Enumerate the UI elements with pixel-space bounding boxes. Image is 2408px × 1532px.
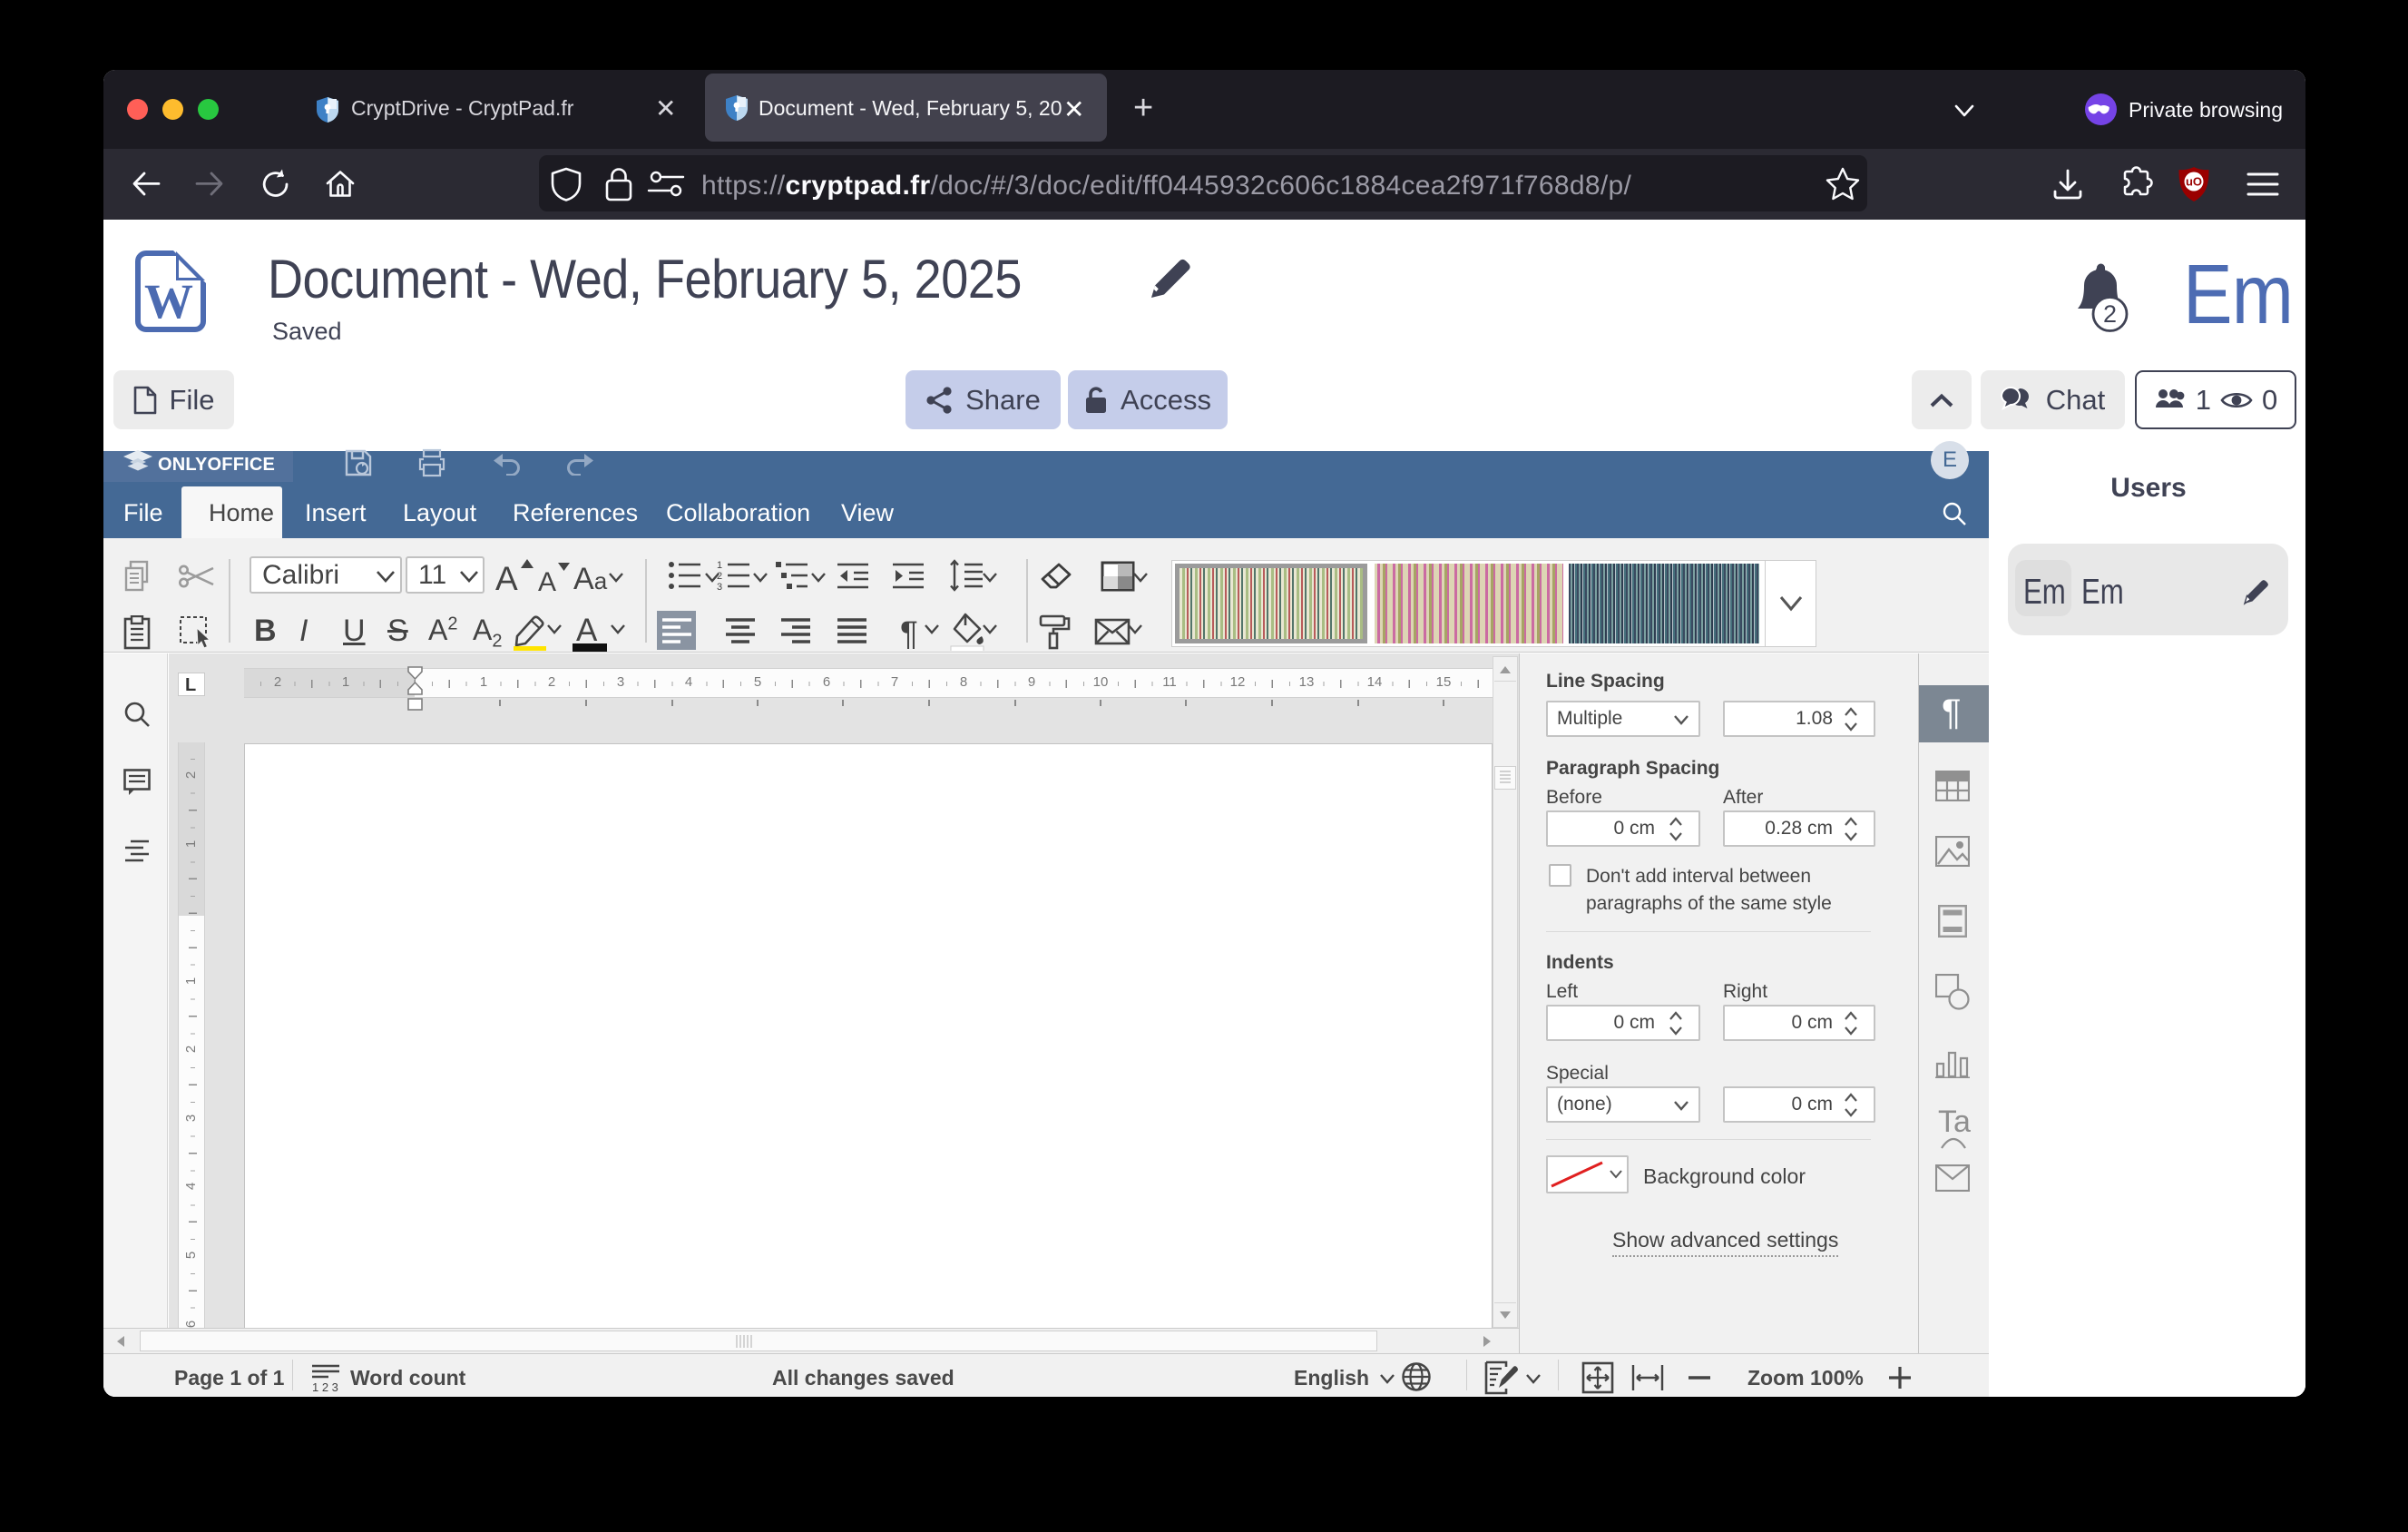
svg-text:3: 3	[717, 582, 722, 592]
svg-text:2: 2	[2103, 300, 2117, 328]
svg-text:W: W	[144, 274, 193, 329]
svg-text:1 2 3: 1 2 3	[312, 1380, 338, 1393]
svg-text:uO: uO	[2186, 175, 2202, 189]
svg-text:2: 2	[717, 571, 722, 582]
svg-text:1: 1	[717, 560, 722, 571]
